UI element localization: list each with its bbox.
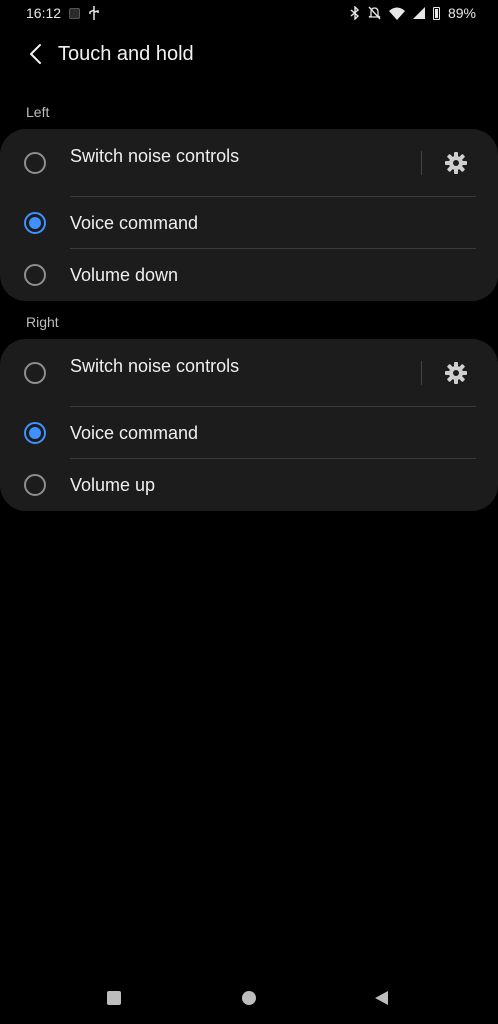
radio-left-volume-down[interactable] (24, 264, 46, 286)
gear-icon (445, 362, 467, 384)
option-label: Switch noise controls (70, 145, 240, 166)
option-label: Volume down (70, 264, 179, 285)
battery-icon (432, 6, 440, 20)
bluetooth-icon (350, 6, 359, 20)
status-left: 16:12 (26, 5, 100, 21)
status-time: 16:12 (26, 5, 62, 21)
radio-right-volume-up[interactable] (24, 474, 46, 496)
gear-icon (445, 152, 467, 174)
status-bar: 16:12 89% (0, 0, 498, 26)
option-left-voice-command[interactable]: Voice command (0, 197, 498, 249)
usb-icon (89, 6, 99, 20)
home-button[interactable] (234, 983, 264, 1013)
app-bar: Touch and hold (0, 34, 498, 74)
option-right-voice-command[interactable]: Voice command (0, 407, 498, 459)
chevron-left-icon (30, 44, 41, 64)
home-icon (242, 991, 256, 1005)
option-label: Switch noise controls (70, 355, 240, 376)
page-title: Touch and hold (58, 42, 194, 65)
left-options-card: Switch noise controls Voice command Volu… (0, 129, 498, 301)
notification-icon (69, 7, 81, 19)
back-icon (375, 991, 388, 1005)
section-label-right: Right (26, 314, 59, 330)
recents-icon (107, 991, 121, 1005)
right-options-card: Switch noise controls Voice command Volu… (0, 339, 498, 511)
vertical-divider (421, 151, 422, 175)
option-right-switch-noise-controls[interactable]: Switch noise controls (0, 339, 498, 407)
option-label: Voice command (70, 212, 199, 233)
recents-button[interactable] (99, 983, 129, 1013)
radio-right-switch-noise-controls[interactable] (24, 362, 46, 384)
option-label: Volume up (70, 474, 156, 495)
vertical-divider (421, 361, 422, 385)
status-right: 89% (350, 5, 476, 21)
wifi-icon (388, 7, 405, 20)
section-label-left: Left (26, 104, 50, 120)
radio-left-voice-command[interactable] (24, 212, 46, 234)
navigation-bar (0, 978, 498, 1018)
noise-controls-settings-button-left[interactable] (440, 147, 472, 179)
option-left-volume-down[interactable]: Volume down (0, 249, 498, 301)
back-button[interactable] (20, 39, 50, 69)
mute-icon (368, 6, 381, 20)
nav-back-button[interactable] (366, 983, 396, 1013)
option-right-volume-up[interactable]: Volume up (0, 459, 498, 511)
option-label: Voice command (70, 422, 199, 443)
radio-left-switch-noise-controls[interactable] (24, 152, 46, 174)
signal-icon (412, 7, 425, 19)
battery-level: 89% (447, 5, 476, 21)
option-left-switch-noise-controls[interactable]: Switch noise controls (0, 129, 498, 197)
radio-right-voice-command[interactable] (24, 422, 46, 444)
noise-controls-settings-button-right[interactable] (440, 357, 472, 389)
